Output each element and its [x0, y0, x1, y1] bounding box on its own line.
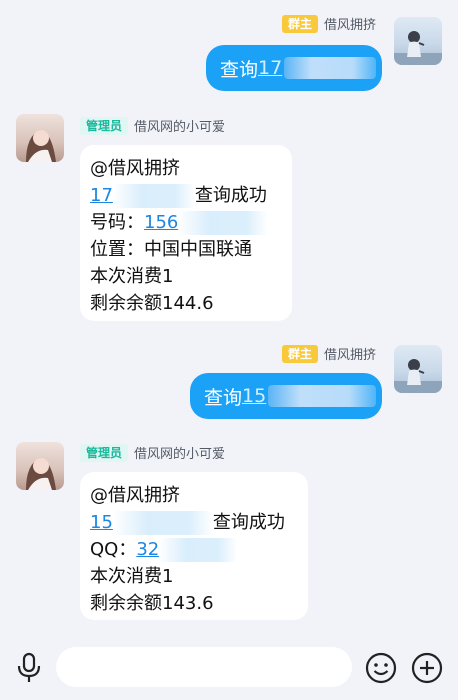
phone-line: 号码：156 [90, 209, 292, 236]
plus-circle-icon[interactable] [410, 651, 444, 685]
phone-link[interactable]: 17 [258, 57, 282, 79]
message-bubble[interactable]: @借风拥挤 15 查询成功 QQ：32 本次消费1 剩余余额143.6 [80, 472, 308, 620]
redacted-number [178, 211, 269, 235]
sender-row: 管理员 借风网的小可爱 [80, 443, 225, 462]
redacted-number [159, 538, 238, 562]
message-bubble[interactable]: 查询 15 [190, 373, 382, 419]
result-text: 查询成功 [194, 185, 267, 206]
avatar[interactable] [394, 345, 442, 393]
phone-link[interactable]: 15 [90, 512, 113, 533]
avatar-image [394, 359, 442, 393]
message-bubble[interactable]: 查询 17 [206, 45, 382, 91]
microphone-icon[interactable] [14, 652, 44, 684]
input-bar [0, 640, 458, 700]
sender-row: 管理员 借风网的小可爱 [80, 116, 225, 135]
result-line: 15 查询成功 [90, 509, 308, 536]
redacted-number [112, 184, 195, 208]
avatar[interactable] [16, 442, 64, 490]
cost-line: 本次消费1 [90, 566, 174, 587]
redacted-number [284, 57, 377, 79]
qq-link[interactable]: 32 [136, 539, 159, 560]
avatar-image [394, 31, 442, 65]
owner-badge: 群主 [281, 14, 318, 33]
qq-label: QQ： [90, 539, 137, 560]
qq-line: QQ：32 [90, 536, 308, 563]
sender-row: 群主 借风拥挤 [281, 344, 376, 363]
avatar[interactable] [16, 114, 64, 162]
message-bubble[interactable]: @借风拥挤 17 查询成功 号码：156 位置：中国中国联通 本次消费1 剩余余额… [80, 145, 292, 321]
result-line: 17 查询成功 [90, 182, 292, 209]
location-line: 位置：中国中国联通 [90, 239, 252, 260]
phone-link[interactable]: 156 [144, 212, 178, 233]
avatar-image [26, 130, 56, 162]
owner-badge: 群主 [281, 344, 318, 363]
smile-icon[interactable] [364, 651, 398, 685]
phone-link[interactable]: 15 [242, 385, 266, 407]
sender-row: 群主 借风拥挤 [281, 14, 376, 33]
sender-name[interactable]: 借风拥挤 [324, 344, 376, 363]
result-text: 查询成功 [212, 512, 285, 533]
sender-name[interactable]: 借风网的小可爱 [134, 443, 225, 462]
redacted-number [112, 511, 213, 535]
phone-link[interactable]: 17 [90, 185, 113, 206]
message-input[interactable] [56, 647, 352, 687]
sender-name[interactable]: 借风网的小可爱 [134, 116, 225, 135]
redacted-number [268, 385, 377, 407]
admin-badge: 管理员 [80, 443, 129, 462]
mention[interactable]: @借风拥挤 [90, 482, 308, 509]
balance-line: 剩余余额144.6 [90, 293, 214, 314]
avatar-image [26, 458, 56, 490]
sender-name[interactable]: 借风拥挤 [324, 14, 376, 33]
avatar[interactable] [394, 17, 442, 65]
phone-label: 号码： [90, 212, 144, 233]
admin-badge: 管理员 [80, 116, 129, 135]
message-text: 查询 [220, 58, 259, 81]
balance-line: 剩余余额143.6 [90, 593, 214, 614]
message-text: 查询 [204, 386, 243, 409]
cost-line: 本次消费1 [90, 266, 174, 287]
mention[interactable]: @借风拥挤 [90, 155, 292, 182]
